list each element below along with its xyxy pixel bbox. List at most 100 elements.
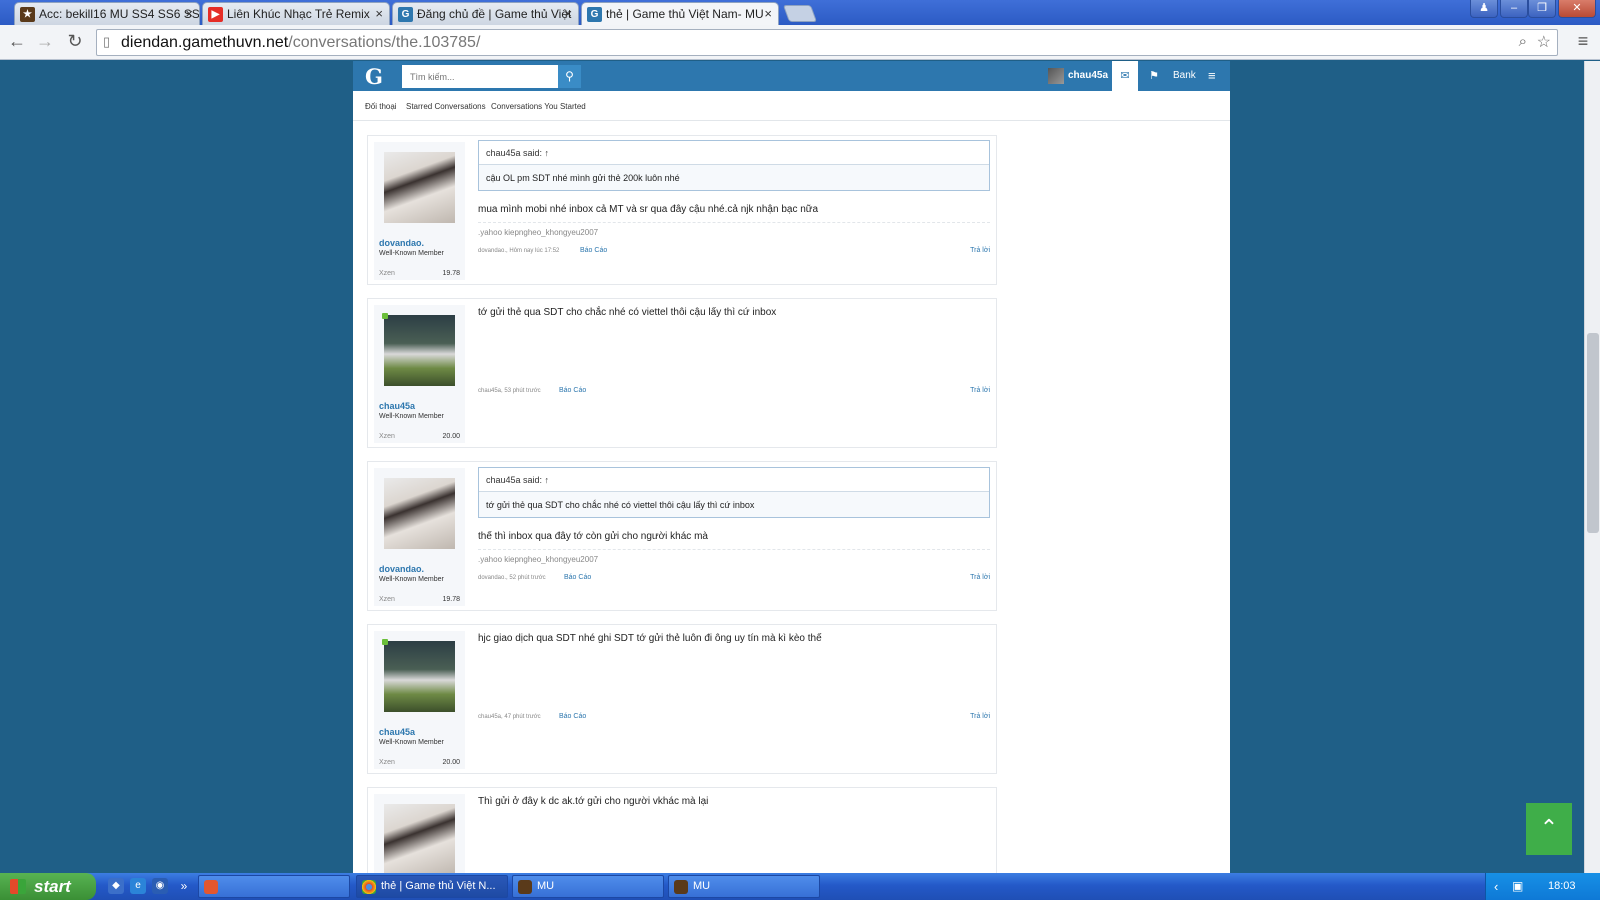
xzen-value: 19.78 (442, 596, 460, 603)
taskbar-item-app[interactable] (198, 875, 350, 898)
reply-link[interactable]: Trả lời (970, 387, 990, 394)
report-link[interactable]: Báo Cáo (564, 574, 591, 581)
chevron-icon[interactable]: » (176, 878, 192, 894)
message-post: Thì gửi ở đây k dc ak.tớ gửi cho người v… (367, 787, 997, 873)
taskbar-label: thẻ | Game thủ Việt N... (381, 880, 496, 892)
xzen-value: 20.00 (442, 759, 460, 766)
vertical-scrollbar[interactable] (1584, 61, 1600, 873)
bank-link[interactable]: Bank (1173, 61, 1196, 91)
report-link[interactable]: Báo Cáo (559, 387, 586, 394)
message-post: dovandao. Well-Known Member Xzen 19.78 c… (367, 461, 997, 611)
tab-title: Acc: bekill16 MU SS4 SS6 SS8 (39, 7, 199, 21)
quicklaunch-icon[interactable]: ◆ (108, 878, 124, 894)
game-icon: ★ (20, 7, 35, 22)
start-button[interactable]: start (0, 873, 96, 900)
user-info: chau45a Well-Known Member Xzen 20.00 (374, 305, 465, 443)
address-bar[interactable]: ▯ diendan.gamethuvn.net/conversations/th… (96, 29, 1558, 56)
quote-header[interactable]: chau45a said: ↑ (479, 468, 989, 492)
close-icon[interactable]: × (185, 6, 193, 21)
browser-tab-1[interactable]: ★ Acc: bekill16 MU SS4 SS6 SS8 × (14, 2, 200, 25)
post-meta: dovandao., 52 phút trước (478, 575, 546, 581)
author-name[interactable]: dovandao. (379, 238, 424, 248)
window-close-button[interactable]: ✕ (1558, 0, 1596, 18)
browser-tab-3[interactable]: G Đăng chủ đề | Game thủ Việt × (392, 2, 579, 25)
subnav-started[interactable]: Conversations You Started (491, 102, 586, 111)
report-link[interactable]: Báo Cáo (559, 713, 586, 720)
taskbar-item-mu-2[interactable]: MU (668, 875, 820, 898)
user-info: chau45a Well-Known Member Xzen 20.00 (374, 631, 465, 769)
xzen-value: 19.78 (442, 270, 460, 277)
xzen-label: Xzen (379, 270, 395, 277)
maximize-button[interactable]: ❐ (1528, 0, 1556, 18)
forum-page: G ⚲ chau45a ✉ ⚑ Bank ≡ Đối thoại Starred… (353, 61, 1230, 873)
taskbar-item-mu-1[interactable]: MU (512, 875, 664, 898)
taskbar-item-chrome[interactable]: thẻ | Game thủ Việt N... (356, 875, 508, 898)
post-meta: chau45a, 53 phút trước (478, 388, 541, 394)
message-text: tớ gửi thẻ qua SDT cho chắc nhé có viett… (478, 307, 777, 318)
close-icon[interactable]: × (375, 6, 383, 21)
network-icon[interactable]: ▣ (1512, 873, 1523, 900)
minimize-button[interactable]: – (1500, 0, 1528, 18)
subnav-conversations[interactable]: Đối thoại (365, 102, 397, 111)
user-info (374, 794, 465, 873)
author-name[interactable]: chau45a (379, 401, 415, 411)
reply-link[interactable]: Trả lời (970, 574, 990, 581)
reply-link[interactable]: Trả lời (970, 713, 990, 720)
close-icon[interactable]: × (764, 6, 772, 21)
message-post: chau45a Well-Known Member Xzen 20.00 tớ … (367, 298, 997, 448)
windows-taskbar: start ◆ e ◉ » thẻ | Game thủ Việt N... M… (0, 873, 1600, 900)
back-arrow-icon[interactable]: ← (6, 31, 28, 52)
username: chau45a (1068, 70, 1109, 81)
avatar[interactable] (384, 315, 455, 386)
user-title: Well-Known Member (379, 576, 444, 583)
message-text: mua mình mobi nhé inbox cả MT và sr qua … (478, 204, 819, 215)
media-icon[interactable]: ◉ (152, 878, 168, 894)
start-label: start (34, 877, 71, 896)
reply-link[interactable]: Trả lời (970, 247, 990, 254)
message-post: dovandao. Well-Known Member Xzen 19.78 c… (367, 135, 997, 285)
xzen-label: Xzen (379, 596, 395, 603)
page-icon: ▯ (103, 34, 111, 49)
post-meta: chau45a, 47 phút trước (478, 714, 541, 720)
quote-header[interactable]: chau45a said: ↑ (479, 141, 989, 165)
chrome-menu-icon[interactable]: ≡ (1572, 31, 1594, 52)
signature: .yahoo kiepngheo_khongyeu2007 (478, 549, 990, 564)
scrollbar-thumb[interactable] (1587, 333, 1599, 533)
star-icon[interactable]: ☆ (1537, 32, 1551, 52)
report-link[interactable]: Báo Cáo (580, 247, 607, 254)
user-title: Well-Known Member (379, 250, 444, 257)
close-icon[interactable]: × (564, 6, 572, 21)
site-logo[interactable]: G (365, 64, 383, 89)
hamburger-menu-icon[interactable]: ≡ (1208, 61, 1216, 91)
forward-arrow-icon[interactable]: → (34, 31, 56, 52)
browser-tab-2[interactable]: ▶ Liên Khúc Nhạc Trẻ Remix × (202, 2, 390, 25)
new-tab-button[interactable] (782, 5, 818, 22)
url-text: diendan.gamethuvn.net/conversations/the.… (121, 34, 480, 52)
reload-icon[interactable]: ↻ (64, 31, 86, 52)
ie-icon[interactable]: e (130, 878, 146, 894)
xzen-label: Xzen (379, 433, 395, 440)
avatar[interactable] (384, 478, 455, 549)
zoom-icon[interactable]: ⌕ (1519, 33, 1527, 50)
user-icon[interactable]: ♟ (1470, 0, 1498, 18)
search-icon[interactable]: ⚲ (558, 65, 581, 88)
user-menu[interactable]: chau45a (1048, 66, 1108, 86)
game-icon (674, 880, 688, 894)
author-name[interactable]: chau45a (379, 727, 415, 737)
avatar[interactable] (384, 804, 455, 873)
tray-expand-icon[interactable]: ‹ (1494, 873, 1498, 900)
envelope-icon[interactable]: ✉ (1112, 61, 1138, 91)
subnav-starred[interactable]: Starred Conversations (406, 102, 486, 111)
scroll-to-top-button[interactable]: ⌃ (1526, 803, 1572, 855)
clock[interactable]: 18:03 (1548, 873, 1576, 900)
browser-tab-4-active[interactable]: G thẻ | Game thủ Việt Nam- MU × (581, 2, 779, 26)
site-header: G ⚲ chau45a ✉ ⚑ Bank ≡ (353, 61, 1230, 91)
flag-icon[interactable]: ⚑ (1143, 61, 1165, 91)
author-name[interactable]: dovandao. (379, 564, 424, 574)
search-input[interactable] (402, 65, 558, 88)
page-viewport: G ⚲ chau45a ✉ ⚑ Bank ≡ Đối thoại Starred… (0, 61, 1584, 873)
avatar[interactable] (384, 641, 455, 712)
browser-tab-strip: ★ Acc: bekill16 MU SS4 SS6 SS8 × ▶ Liên … (0, 0, 1600, 26)
avatar[interactable] (384, 152, 455, 223)
avatar (1048, 68, 1064, 84)
